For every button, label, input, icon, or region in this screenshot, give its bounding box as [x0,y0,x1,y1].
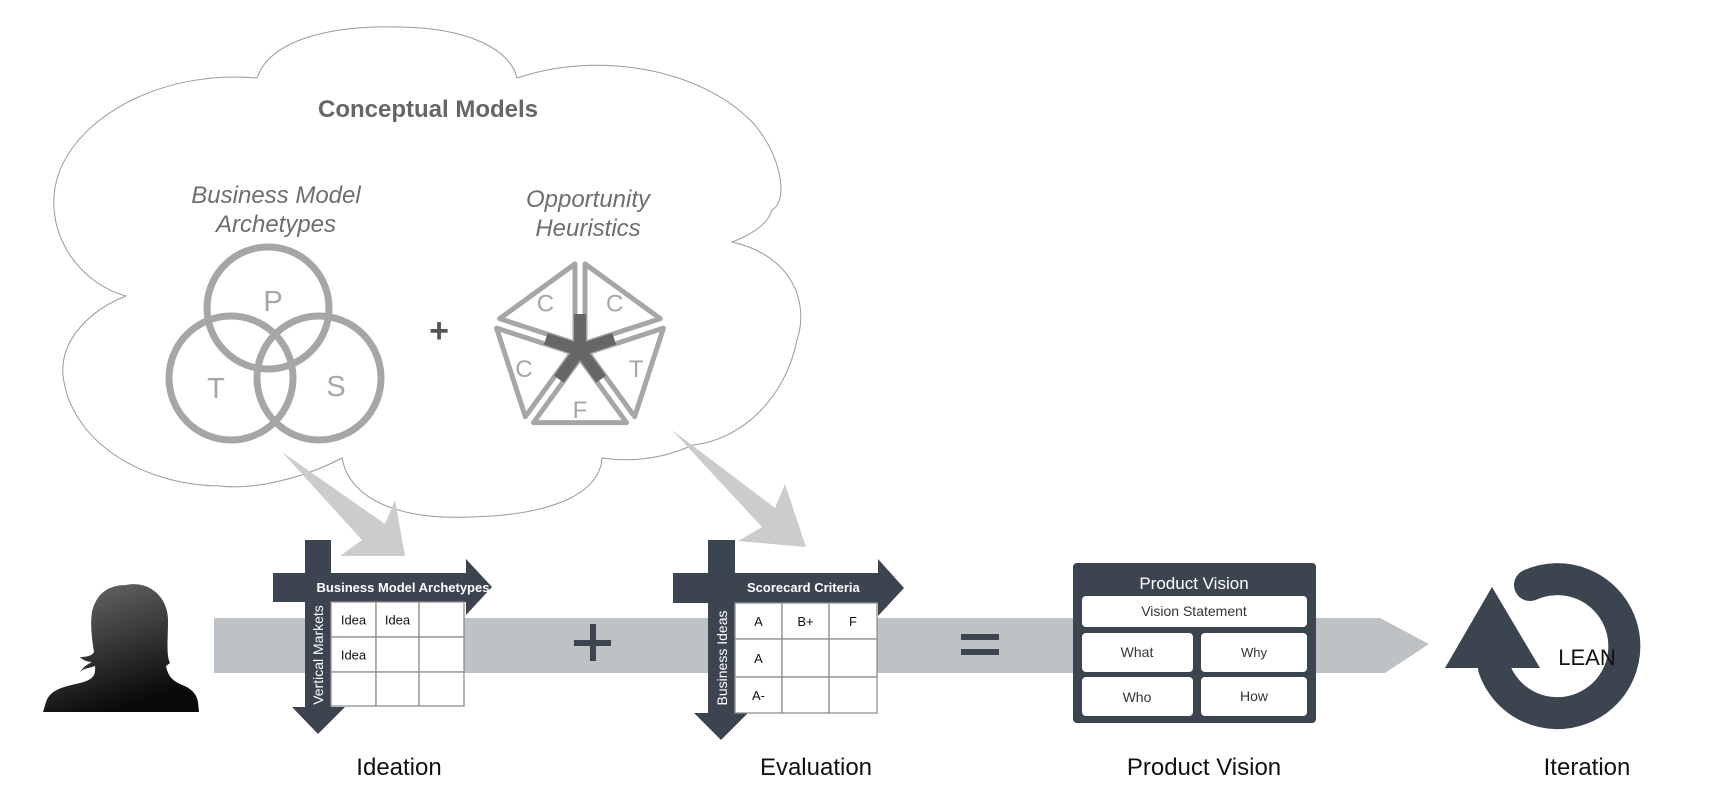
venn-label-p: P [263,286,282,318]
heuristic-segment-label: C [515,356,532,383]
product-vision-card: Product Vision Vision Statement What Why… [1073,563,1316,723]
bma-title-line2: Archetypes [214,211,336,238]
oh-title-line1: Opportunity [526,186,652,213]
why-text: Why [1241,645,1268,660]
ideation-cell-text: Idea [385,613,411,628]
ideation-cell [418,636,465,673]
ideation-grid: Idea Idea Idea [330,601,465,707]
evaluation-cell-text: B+ [797,614,813,629]
ideation-row-axis-label: Vertical Markets [310,605,326,705]
evaluation-cell-text: F [849,614,857,629]
ideation-cell-text: Idea [341,648,367,663]
evaluation-cell-text: A [754,651,763,666]
heuristic-segment-label: F [573,397,588,424]
who-text: Who [1123,689,1152,705]
cloud-to-evaluation-arrow [672,430,806,547]
ideation-cell [418,671,465,707]
lean-cycle-icon: LEAN [1445,563,1641,730]
venn-label-t: T [207,373,225,405]
what-text: What [1121,644,1154,660]
ideation-cell [375,671,420,707]
evaluation-cell [781,638,830,678]
product-vision-card-title: Product Vision [1139,574,1248,593]
ideation-cell [330,671,377,707]
person-icon [43,584,199,712]
ideation-column-axis-label: Business Model Archetypes [317,580,490,595]
stage-label-product-vision: Product Vision [1127,754,1281,781]
stage-label-iteration: Iteration [1544,754,1631,781]
evaluation-cell-text: A [754,614,763,629]
ideation-cell-text: Idea [341,613,367,628]
evaluation-row-axis-label: Business Ideas [714,611,730,706]
vision-statement-text: Vision Statement [1141,603,1247,619]
lean-text: LEAN [1558,645,1615,670]
oh-title-line2: Heuristics [535,215,640,242]
venn-label-s: S [326,371,345,403]
stage-label-ideation: Ideation [356,754,441,781]
ideation-matrix: Business Model Archetypes Vertical Marke… [273,540,492,734]
evaluation-cell [828,676,878,714]
ideation-cell [418,601,465,638]
evaluation-grid: A B+ F A A- [734,602,878,714]
diagram-canvas: Conceptual Models Business Model Archety… [43,26,1641,781]
evaluation-column-axis-label: Scorecard Criteria [747,580,860,595]
stage-label-evaluation: Evaluation [760,754,872,781]
heuristic-segment-label: C [606,290,623,317]
evaluation-cell-text: A- [752,688,765,703]
heuristic-segment-label: C [537,290,554,317]
bma-title-line1: Business Model [191,182,361,209]
evaluation-cell [781,676,830,714]
models-plus-sign: + [429,312,449,350]
ideation-cell [375,636,420,673]
evaluation-cell [828,638,878,678]
heuristic-segment-label: T [629,356,644,383]
conceptual-models-title: Conceptual Models [318,96,538,123]
how-text: How [1240,688,1269,704]
